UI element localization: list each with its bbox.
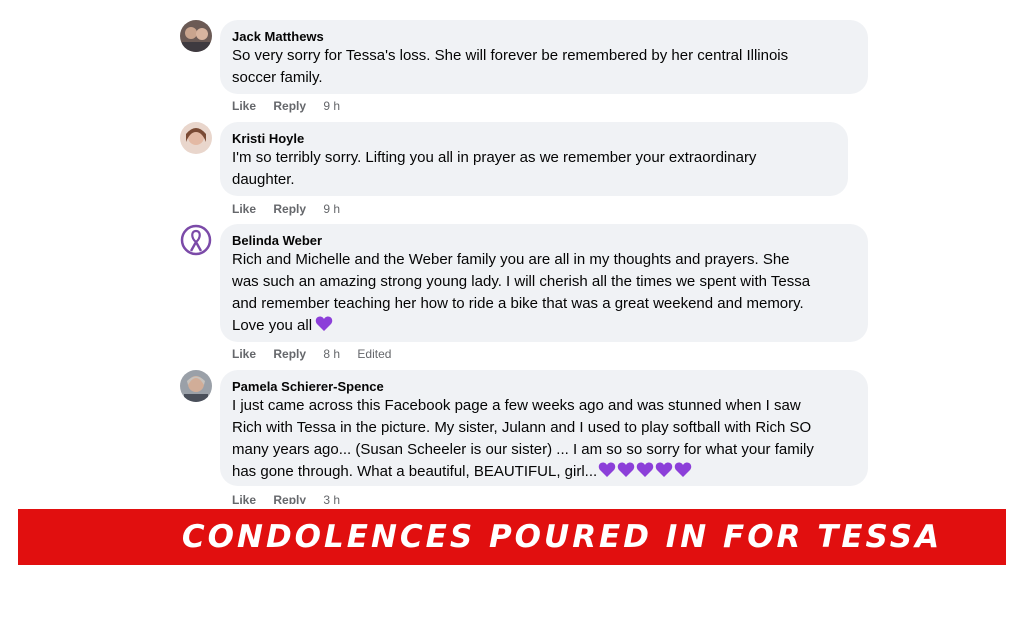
comment-author[interactable]: Belinda Weber <box>232 232 856 249</box>
reply-button[interactable]: Reply <box>273 493 306 504</box>
comment-text-line: soccer family. <box>232 69 323 86</box>
avatar[interactable] <box>180 370 212 402</box>
comment-bubble: Jack Matthews So very sorry for Tessa's … <box>220 20 868 94</box>
comment-actions: Like Reply 8 h Edited <box>232 346 405 362</box>
comment-text-fragment: has gone through. What a beautiful, BEAU… <box>232 463 598 480</box>
profile-photo-icon <box>180 370 212 402</box>
avatar[interactable] <box>180 20 212 52</box>
comment-author[interactable]: Pamela Schierer-Spence <box>232 378 856 395</box>
comment-timestamp[interactable]: 9 h <box>323 202 340 216</box>
comment-text-line: and remember teaching her how to ride a … <box>232 295 804 312</box>
comment-bubble: Pamela Schierer-Spence I just came acros… <box>220 370 868 486</box>
comment-text-fragment: Love you all <box>232 317 313 334</box>
comment-text-line: So very sorry for Tessa's loss. She will… <box>232 47 789 64</box>
avatar[interactable] <box>180 224 212 256</box>
comment-timestamp[interactable]: 8 h <box>323 347 340 361</box>
comment-text-line: was such an amazing strong young lady. I… <box>232 273 811 290</box>
comment-bubble: Kristi Hoyle I'm so terribly sorry. Lift… <box>220 122 848 196</box>
purple-heart-icon <box>617 461 635 479</box>
headline-text: CONDOLENCES POURED IN FOR TESSA SUTTON <box>181 519 943 611</box>
like-button[interactable]: Like <box>232 493 256 504</box>
like-button[interactable]: Like <box>232 202 256 216</box>
comment-bubble: Belinda Weber Rich and Michelle and the … <box>220 224 868 342</box>
like-button[interactable]: Like <box>232 347 256 361</box>
comment-text-line-with-emoji: Love you all <box>232 315 856 337</box>
profile-photo-icon <box>180 20 212 52</box>
comment-actions: Like Reply 3 h <box>232 492 354 504</box>
comment-text-line: Rich with Tessa in the picture. My siste… <box>232 419 812 436</box>
comment-timestamp[interactable]: 9 h <box>323 99 340 113</box>
comment-author[interactable]: Jack Matthews <box>232 28 856 45</box>
comment-actions: Like Reply 9 h <box>232 201 354 217</box>
comment-text-line: many years ago... (Susan Scheeler is our… <box>232 441 814 458</box>
edited-label: Edited <box>357 347 392 361</box>
comment-author[interactable]: Kristi Hoyle <box>232 130 836 147</box>
comment-actions: Like Reply 9 h <box>232 98 354 114</box>
comment-text-line: Rich and Michelle and the Weber family y… <box>232 251 790 268</box>
profile-photo-icon <box>180 122 212 154</box>
comment-text-line-with-emoji: has gone through. What a beautiful, BEAU… <box>232 461 856 483</box>
comment-text-line: daughter. <box>232 171 295 188</box>
avatar[interactable] <box>180 122 212 154</box>
headline-banner: CONDOLENCES POURED IN FOR TESSA SUTTON <box>18 509 1006 611</box>
comment-timestamp[interactable]: 3 h <box>323 493 340 504</box>
reply-button[interactable]: Reply <box>273 99 306 113</box>
comment-text-line: I just came across this Facebook page a … <box>232 397 801 414</box>
comment-thread: Jack Matthews So very sorry for Tessa's … <box>0 0 1024 504</box>
purple-heart-icon <box>315 315 333 333</box>
reply-button[interactable]: Reply <box>273 202 306 216</box>
purple-heart-icon <box>636 461 654 479</box>
purple-heart-icon <box>598 461 616 479</box>
like-button[interactable]: Like <box>232 99 256 113</box>
comment-text-line: I'm so terribly sorry. Lifting you all i… <box>232 149 757 166</box>
reply-button[interactable]: Reply <box>273 347 306 361</box>
purple-heart-icon <box>674 461 692 479</box>
purple-heart-icon <box>655 461 673 479</box>
ribbon-icon <box>180 224 212 256</box>
